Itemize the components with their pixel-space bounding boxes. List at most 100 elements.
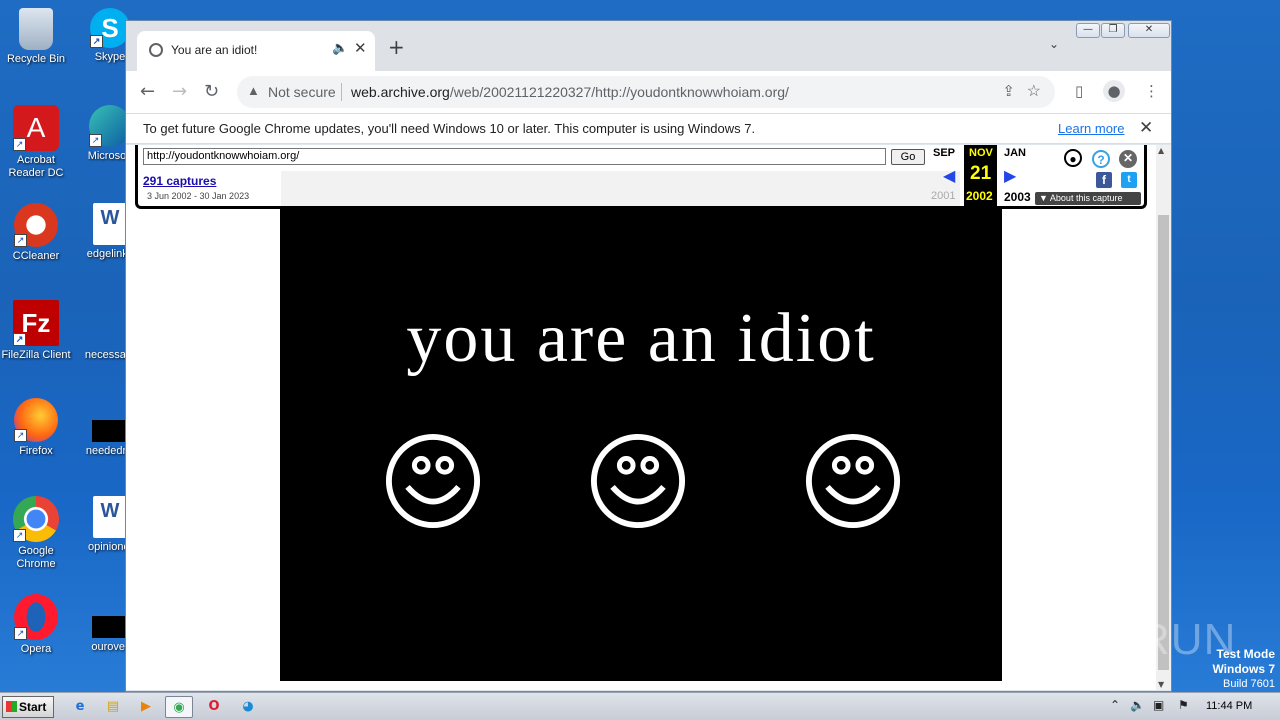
forward-icon[interactable]: → xyxy=(172,81,187,102)
skype-icon: S ↗ xyxy=(90,8,130,48)
vertical-scrollbar[interactable]: ▲ ▼ xyxy=(1156,145,1171,690)
back-icon[interactable]: ← xyxy=(140,81,155,102)
profile-icon[interactable]: ● xyxy=(1103,80,1125,102)
watermark-line2: Windows 7 xyxy=(1212,662,1275,676)
ie-icon[interactable]: e xyxy=(66,696,94,718)
sparkline-area xyxy=(281,171,960,206)
prev-year: 2001 xyxy=(931,190,956,202)
scroll-down-icon[interactable]: ▼ xyxy=(1158,680,1164,689)
watermark-line1: Test Mode xyxy=(1216,647,1275,661)
side-panel-icon[interactable]: ▯ xyxy=(1075,82,1083,100)
captures-link[interactable]: 291 captures xyxy=(143,174,216,188)
warning-icon: ▲ xyxy=(247,83,260,98)
recycle-bin-icon xyxy=(19,8,53,50)
word-document-icon: W xyxy=(93,496,127,538)
page-heading: you are an idiot xyxy=(406,300,876,377)
close-wayback-icon[interactable]: ✕ xyxy=(1119,150,1137,168)
desktop-icon-recycle-bin[interactable]: Recycle Bin xyxy=(0,8,72,66)
network-icon[interactable]: ▣ xyxy=(1153,698,1164,712)
desktop-icon-label: FileZilla Client xyxy=(1,349,71,361)
new-tab-button[interactable]: + xyxy=(388,35,405,59)
about-capture-label: About this capture xyxy=(1049,193,1123,203)
black-file-icon xyxy=(92,616,128,638)
tab-active[interactable]: You are an idiot! 🔈 ✕ xyxy=(137,31,375,71)
speaker-icon[interactable]: 🔈 xyxy=(332,40,348,56)
desktop-icon-label: Acrobat Reader DC xyxy=(8,154,64,179)
black-file-icon xyxy=(92,420,128,442)
action-center-flag-icon[interactable]: ⚑ xyxy=(1178,698,1189,712)
tab-strip: You are an idiot! 🔈 ✕ + ⌄ — ❐ ✕ xyxy=(126,21,1171,71)
chrome-icon: ↗ xyxy=(13,496,59,542)
about-this-capture-button[interactable]: ▼ About this capture xyxy=(1035,192,1141,205)
volume-icon[interactable]: 🔈 xyxy=(1130,698,1145,712)
next-capture-arrow-icon[interactable]: ▶ xyxy=(1004,166,1016,186)
not-secure-label: Not secure xyxy=(268,84,336,100)
media-player-icon[interactable]: ▶ xyxy=(132,696,160,718)
url-text[interactable]: web.archive.org/web/20021121220327/http:… xyxy=(351,84,789,100)
prev-month[interactable]: SEP xyxy=(933,147,955,159)
desktop-icon-acrobat[interactable]: A ↗ Acrobat Reader DC xyxy=(0,105,72,180)
help-icon[interactable]: ? xyxy=(1092,150,1110,168)
maximize-button[interactable]: ❐ xyxy=(1101,23,1125,38)
desktop-icon-label: Skype xyxy=(94,51,126,63)
start-button[interactable]: Start xyxy=(2,696,54,718)
acrobat-icon: A ↗ xyxy=(13,105,59,151)
facebook-icon[interactable]: f xyxy=(1096,172,1112,188)
opera-icon: ↗ xyxy=(14,594,58,640)
test-mode-watermark: Test Mode Windows 7 Build 7601 xyxy=(1195,647,1275,691)
update-infobar: To get future Google Chrome updates, you… xyxy=(126,113,1171,144)
desktop-icon-google-chrome[interactable]: ↗ Google Chrome xyxy=(0,496,72,571)
chrome-window: You are an idiot! 🔈 ✕ + ⌄ — ❐ ✕ ← → ↻ ▲ … xyxy=(125,20,1172,692)
next-year: 2003 xyxy=(1004,190,1031,204)
desktop-icon-label: Firefox xyxy=(19,445,53,457)
address-bar[interactable]: ▲ Not secure web.archive.org/web/2002112… xyxy=(237,76,1055,108)
go-button[interactable]: Go xyxy=(891,149,925,165)
clock[interactable]: 11:44 PM xyxy=(1206,700,1252,712)
globe-icon xyxy=(149,43,163,57)
tray-expand-icon[interactable]: ⌃ xyxy=(1110,698,1120,712)
wayback-url-input[interactable]: http://youdontknowwhoiam.org/ xyxy=(143,148,886,165)
scroll-up-icon[interactable]: ▲ xyxy=(1158,146,1164,155)
start-label: Start xyxy=(19,700,47,714)
firefox-icon: ↗ xyxy=(14,398,58,442)
minimize-button[interactable]: — xyxy=(1076,23,1100,38)
desktop-icon-label: CCleaner xyxy=(12,250,60,262)
desktop-icon-firefox[interactable]: ↗ Firefox xyxy=(0,398,72,458)
explorer-icon[interactable]: ▤ xyxy=(99,696,127,718)
close-window-button[interactable]: ✕ xyxy=(1128,23,1170,38)
windows-logo-icon xyxy=(6,701,17,712)
bookmark-star-icon[interactable]: ☆ xyxy=(1027,81,1041,101)
desktop-icon-opera[interactable]: ↗ Opera xyxy=(0,594,72,656)
current-day: 21 xyxy=(970,163,992,184)
prev-capture-arrow-icon[interactable]: ◀ xyxy=(943,166,955,186)
reload-icon[interactable]: ↻ xyxy=(204,81,219,102)
opera-taskbar-icon[interactable]: O xyxy=(200,696,228,718)
infobar-message: To get future Google Chrome updates, you… xyxy=(143,121,756,136)
scroll-thumb[interactable] xyxy=(1158,215,1169,670)
capture-range: 3 Jun 2002 - 30 Jan 2023 xyxy=(147,191,250,201)
tab-title: You are an idiot! xyxy=(171,43,258,57)
user-icon[interactable]: ● xyxy=(1064,149,1082,167)
close-infobar-icon[interactable]: ✕ xyxy=(1139,118,1153,138)
url-host: web.archive.org xyxy=(351,84,450,100)
close-tab-icon[interactable]: ✕ xyxy=(354,39,367,57)
idiot-page: you are an idiot xyxy=(280,199,1002,681)
desktop-icon-label: Recycle Bin xyxy=(6,53,66,65)
smiley-face-icon xyxy=(385,433,481,529)
desktop-icon-label: Google Chrome xyxy=(16,545,56,570)
twitter-icon[interactable]: t xyxy=(1121,172,1137,188)
learn-more-link[interactable]: Learn more xyxy=(1058,121,1124,136)
ccleaner-icon: ↗ xyxy=(14,203,58,247)
chrome-taskbar-icon[interactable]: ◉ xyxy=(165,696,193,718)
desktop-icon-ccleaner[interactable]: ↗ CCleaner xyxy=(0,203,72,263)
edge-taskbar-icon[interactable]: ◕ xyxy=(234,696,262,718)
taskbar: Start e ▤ ▶ ◉ O ◕ ⌃ 🔈 ▣ ⚑ 11:44 PM xyxy=(0,692,1280,720)
desktop-icon-label: Opera xyxy=(20,643,52,655)
kebab-menu-icon[interactable]: ⋮ xyxy=(1144,82,1159,100)
dropdown-triangle-icon: ▼ xyxy=(1039,193,1050,203)
desktop-icon-filezilla[interactable]: Fz ↗ FileZilla Client xyxy=(0,300,72,362)
next-month[interactable]: JAN xyxy=(1004,147,1026,159)
share-icon[interactable]: ⇪ xyxy=(1002,82,1015,100)
url-path: /web/20021121220327/http://youdontknowwh… xyxy=(449,84,789,100)
tab-search-chevron-icon[interactable]: ⌄ xyxy=(1049,37,1059,51)
